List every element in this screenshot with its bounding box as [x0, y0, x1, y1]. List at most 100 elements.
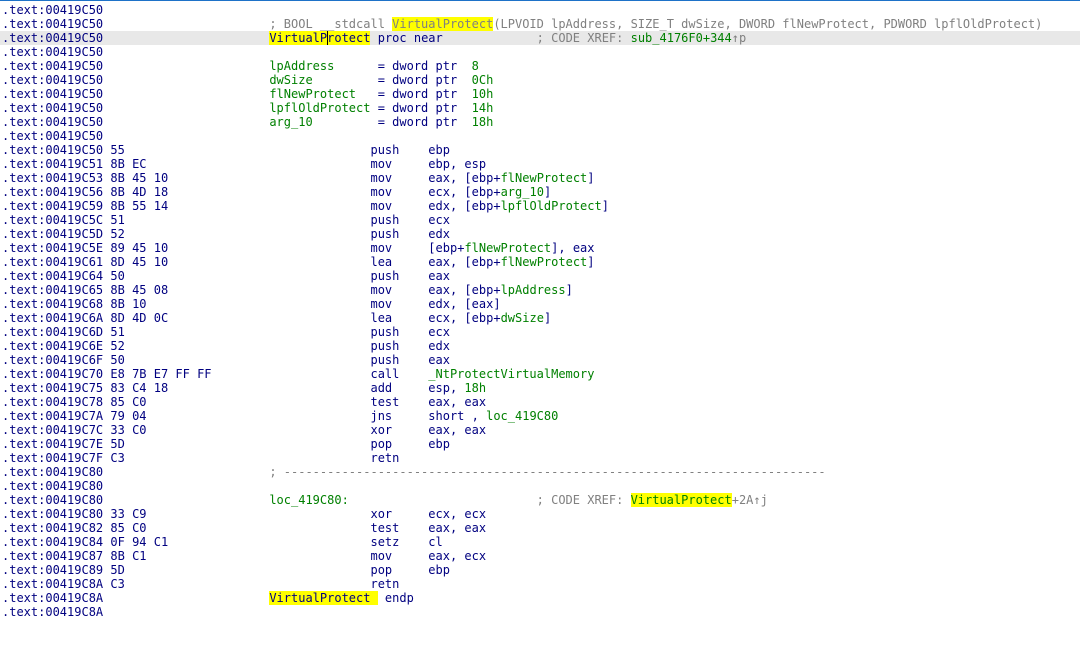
address[interactable]: 00419C51 — [45, 157, 103, 171]
address[interactable]: 00419C50 — [45, 101, 103, 115]
instruction-line[interactable]: .text:00419C59 8B 55 14 mov edx, [ebp+lp… — [0, 199, 1080, 213]
label-name[interactable]: loc_419C80: — [269, 493, 536, 507]
stack-var-def[interactable]: .text:00419C50 dwSize = dword ptr 0Ch — [0, 73, 1080, 87]
address[interactable]: 00419C80 — [45, 465, 103, 479]
address[interactable]: 00419C50 — [45, 143, 103, 157]
instruction-line[interactable]: .text:00419C7F C3 retn — [0, 451, 1080, 465]
stack-var-ref[interactable]: lpAddress — [501, 283, 566, 297]
current-line[interactable]: .text:00419C50 VirtualProtect proc near … — [0, 31, 1080, 45]
address[interactable]: 00419C87 — [45, 549, 103, 563]
instruction-line[interactable]: .text:00419C51 8B EC mov ebp, esp — [0, 157, 1080, 171]
stack-var-ref[interactable]: dwSize — [501, 311, 544, 325]
stack-var-name[interactable]: lpAddress — [269, 59, 377, 73]
stack-var-ref[interactable]: flNewProtect — [464, 241, 551, 255]
address[interactable]: 00419C50 — [45, 17, 103, 31]
instruction-line[interactable]: .text:00419C6F 50 push eax — [0, 353, 1080, 367]
address[interactable]: 00419C80 — [45, 507, 103, 521]
address[interactable]: 00419C61 — [45, 255, 103, 269]
stack-var-ref[interactable]: lpflOldProtect — [501, 199, 602, 213]
address[interactable]: 00419C84 — [45, 535, 103, 549]
address[interactable]: 00419C50 — [45, 45, 103, 59]
xref-link[interactable]: VirtualProtect — [631, 493, 732, 507]
stack-var-name[interactable]: lpflOldProtect — [269, 101, 377, 115]
address[interactable]: 00419C80 — [45, 479, 103, 493]
instruction-line[interactable]: .text:00419C75 83 C4 18 add esp, 18h — [0, 381, 1080, 395]
instruction-line[interactable]: .text:00419C7A 79 04 jns short , loc_419… — [0, 409, 1080, 423]
address[interactable]: 00419C7A — [45, 409, 103, 423]
address[interactable]: 00419C6E — [45, 339, 103, 353]
function-name-highlight[interactable]: VirtualProtect — [392, 17, 493, 31]
stack-var-name[interactable]: dwSize — [269, 73, 377, 87]
stack-var-def[interactable]: .text:00419C50 flNewProtect = dword ptr … — [0, 87, 1080, 101]
xref-link[interactable]: sub_4176F0+344 — [631, 31, 732, 45]
instruction-line[interactable]: .text:00419C6A 8D 4D 0C lea ecx, [ebp+dw… — [0, 311, 1080, 325]
instruction-line[interactable]: .text:00419C50 55 push ebp — [0, 143, 1080, 157]
instruction-line[interactable]: .text:00419C64 50 push eax — [0, 269, 1080, 283]
address[interactable]: 00419C59 — [45, 199, 103, 213]
code-ref[interactable]: _NtProtectVirtualMemory — [428, 367, 594, 381]
address[interactable]: 00419C50 — [45, 129, 103, 143]
address[interactable]: 00419C68 — [45, 297, 103, 311]
address[interactable]: 00419C8A — [45, 591, 103, 605]
instruction-line[interactable]: .text:00419C56 8B 4D 18 mov ecx, [ebp+ar… — [0, 185, 1080, 199]
address[interactable]: 00419C78 — [45, 395, 103, 409]
address[interactable]: 00419C89 — [45, 563, 103, 577]
address[interactable]: 00419C6F — [45, 353, 103, 367]
instruction-line[interactable]: .text:00419C53 8B 45 10 mov eax, [ebp+fl… — [0, 171, 1080, 185]
instruction-line[interactable]: .text:00419C84 0F 94 C1 setz cl — [0, 535, 1080, 549]
local-label[interactable]: .text:00419C80 loc_419C80: ; CODE XREF: … — [0, 493, 1080, 507]
address[interactable]: 00419C82 — [45, 521, 103, 535]
address[interactable]: 00419C65 — [45, 283, 103, 297]
instruction-line[interactable]: .text:00419C7C 33 C0 xor eax, eax — [0, 423, 1080, 437]
address[interactable]: 00419C75 — [45, 381, 103, 395]
address[interactable]: 00419C8A — [45, 577, 103, 591]
address[interactable]: 00419C5D — [45, 227, 103, 241]
instruction-line[interactable]: .text:00419C80 33 C9 xor ecx, ecx — [0, 507, 1080, 521]
instruction-line[interactable]: .text:00419C78 85 C0 test eax, eax — [0, 395, 1080, 409]
function-label[interactable]: VirtualProtect — [269, 31, 370, 45]
stack-var-name[interactable]: flNewProtect — [269, 87, 377, 101]
instruction-line[interactable]: .text:00419C65 8B 45 08 mov eax, [ebp+lp… — [0, 283, 1080, 297]
address[interactable]: 00419C5C — [45, 213, 103, 227]
address[interactable]: 00419C50 — [45, 59, 103, 73]
instruction-line[interactable]: .text:00419C61 8D 45 10 lea eax, [ebp+fl… — [0, 255, 1080, 269]
stack-var-def[interactable]: .text:00419C50 arg_10 = dword ptr 18h — [0, 115, 1080, 129]
instruction-line[interactable]: .text:00419C5D 52 push edx — [0, 227, 1080, 241]
instruction-line[interactable]: .text:00419C68 8B 10 mov edx, [eax] — [0, 297, 1080, 311]
stack-var-ref[interactable]: flNewProtect — [501, 255, 588, 269]
address[interactable]: 00419C50 — [45, 115, 103, 129]
instruction-line[interactable]: .text:00419C5C 51 push ecx — [0, 213, 1080, 227]
instruction-line[interactable]: .text:00419C5E 89 45 10 mov [ebp+flNewPr… — [0, 241, 1080, 255]
address[interactable]: 00419C50 — [45, 3, 103, 17]
instruction-line[interactable]: .text:00419C6E 52 push edx — [0, 339, 1080, 353]
instruction-line[interactable]: .text:00419C7E 5D pop ebp — [0, 437, 1080, 451]
instruction-line[interactable]: .text:00419C6D 51 push ecx — [0, 325, 1080, 339]
instruction-line[interactable]: .text:00419C89 5D pop ebp — [0, 563, 1080, 577]
stack-var-ref[interactable]: arg_10 — [501, 185, 544, 199]
stack-var-def[interactable]: .text:00419C50 lpAddress = dword ptr 8 — [0, 59, 1080, 73]
address[interactable]: 00419C7C — [45, 423, 103, 437]
address[interactable]: 00419C50 — [45, 31, 103, 45]
address[interactable]: 00419C8A — [45, 605, 103, 619]
address[interactable]: 00419C53 — [45, 171, 103, 185]
instruction-line[interactable]: .text:00419C70 E8 7B E7 FF FF call _NtPr… — [0, 367, 1080, 381]
address[interactable]: 00419C7E — [45, 437, 103, 451]
address[interactable]: 00419C64 — [45, 269, 103, 283]
function-label[interactable]: VirtualProtect — [269, 591, 377, 605]
address[interactable]: 00419C6A — [45, 311, 103, 325]
address[interactable]: 00419C5E — [45, 241, 103, 255]
stack-var-name[interactable]: arg_10 — [269, 115, 377, 129]
address[interactable]: 00419C56 — [45, 185, 103, 199]
address[interactable]: 00419C50 — [45, 87, 103, 101]
address[interactable]: 00419C70 — [45, 367, 103, 381]
instruction-line[interactable]: .text:00419C8A C3 retn — [0, 577, 1080, 591]
address[interactable]: 00419C6D — [45, 325, 103, 339]
address[interactable]: 00419C7F — [45, 451, 103, 465]
address[interactable]: 00419C80 — [45, 493, 103, 507]
code-ref[interactable]: loc_419C80 — [486, 409, 558, 423]
instruction-line[interactable]: .text:00419C87 8B C1 mov eax, ecx — [0, 549, 1080, 563]
disassembly-view[interactable]: .text:00419C50.text:00419C50 ; BOOL __st… — [0, 0, 1080, 619]
instruction-line[interactable]: .text:00419C82 85 C0 test eax, eax — [0, 521, 1080, 535]
stack-var-ref[interactable]: flNewProtect — [501, 171, 588, 185]
stack-var-def[interactable]: .text:00419C50 lpflOldProtect = dword pt… — [0, 101, 1080, 115]
